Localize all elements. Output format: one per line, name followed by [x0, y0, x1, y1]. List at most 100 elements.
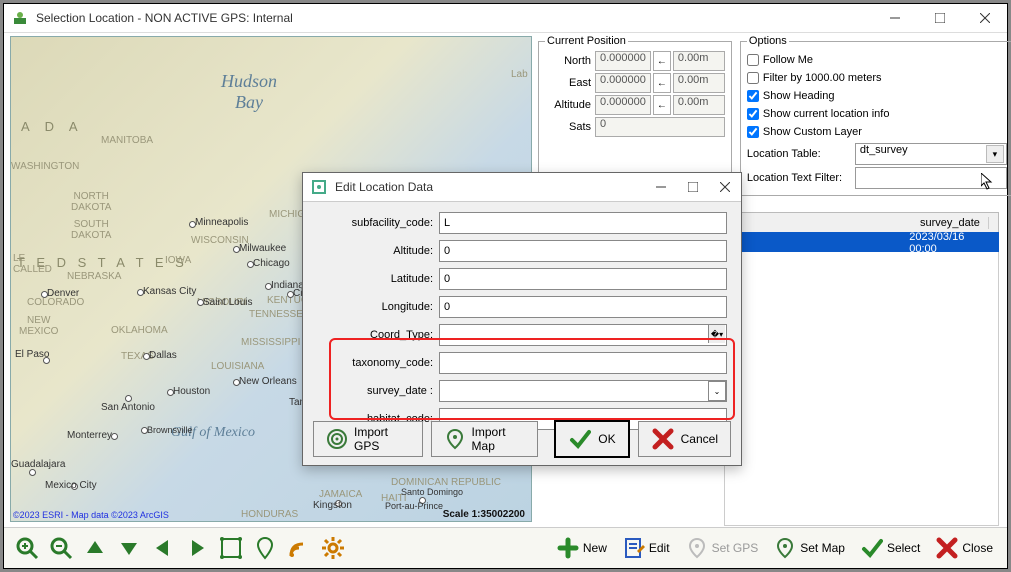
altitude-field-label: Altitude:	[313, 245, 439, 257]
import-gps-button[interactable]: Import GPS	[313, 421, 423, 457]
coord-type-label: Coord_Type:	[313, 329, 439, 341]
select-button[interactable]: Select	[855, 533, 926, 563]
edit-button[interactable]: Edit	[617, 533, 676, 563]
east-value: 0.000000	[595, 73, 651, 93]
map-city-portauprince: Port-au-Prince	[385, 501, 443, 511]
subfacility-code-input[interactable]	[439, 212, 727, 234]
altitude-field-input[interactable]	[439, 240, 727, 262]
results-grid-body[interactable]	[724, 252, 999, 526]
longitude-field-label: Longitude:	[313, 301, 439, 313]
map-label-oklahoma: OKLAHOMA	[111, 325, 168, 336]
map-label-sdakota: SOUTH DAKOTA	[71, 219, 111, 241]
survey-date-label: survey_date :	[313, 385, 439, 397]
show-location-info-checkbox[interactable]: Show current location info	[747, 105, 1007, 123]
pan-left-button[interactable]	[148, 533, 178, 563]
map-label-canada: A D A	[21, 119, 84, 134]
taxonomy-code-label: taxonomy_code:	[313, 357, 439, 369]
show-heading-box[interactable]	[747, 90, 759, 102]
close-button[interactable]: Close	[930, 533, 999, 563]
map-city-dot	[29, 469, 36, 476]
map-scale: Scale 1:35002200	[443, 509, 525, 520]
set-gps-button[interactable]: Set GPS	[680, 533, 765, 563]
window-minimize-button[interactable]	[872, 4, 917, 32]
map-city-mexicocity: Mexico City	[45, 480, 97, 491]
map-label-hudson-bay: Hudson Bay	[221, 71, 277, 113]
bottom-toolbar: New Edit Set GPS Set Map Select Close	[4, 527, 1007, 568]
settings-button[interactable]	[318, 533, 348, 563]
map-pin-icon	[774, 537, 796, 559]
north-unit: 0.00m	[673, 51, 725, 71]
map-city-guadalajara: Guadalajara	[11, 459, 65, 470]
window-maximize-button[interactable]	[917, 4, 962, 32]
check-icon	[568, 427, 592, 451]
grid-col-survey-date[interactable]: survey_date	[912, 217, 989, 229]
x-icon	[651, 427, 675, 451]
chevron-down-icon[interactable]: ⌄	[708, 381, 726, 401]
map-label-jamaica: JAMAICA	[319, 489, 362, 500]
filter-distance-checkbox[interactable]: Filter by 1000.00 meters	[747, 69, 1007, 87]
subfacility-code-label: subfacility_code:	[313, 217, 439, 229]
dialog-close-button[interactable]	[709, 173, 741, 201]
altitude-label: Altitude	[545, 99, 595, 111]
zoom-out-button[interactable]	[46, 533, 76, 563]
results-grid-row-selected[interactable]: 2023/03/16 00:00	[724, 232, 999, 254]
plus-icon	[557, 537, 579, 559]
altitude-value: 0.000000	[595, 95, 651, 115]
set-map-button[interactable]: Set Map	[768, 533, 851, 563]
altitude-transfer-button[interactable]: ←	[653, 95, 671, 115]
center-marker-button[interactable]	[250, 533, 280, 563]
map-city-brownsville: Brownsville	[147, 425, 193, 435]
map-city-santodomingo: Santo Domingo	[401, 487, 463, 497]
show-custom-layer-checkbox[interactable]: Show Custom Layer	[747, 123, 1007, 141]
edit-doc-icon	[623, 537, 645, 559]
north-transfer-button[interactable]: ←	[653, 51, 671, 71]
dialog-minimize-button[interactable]	[645, 173, 677, 201]
dialog-icon	[309, 177, 329, 197]
east-unit: 0.00m	[673, 73, 725, 93]
location-filter-input[interactable]	[855, 167, 1007, 189]
location-table-combo[interactable]: dt_survey ▾	[855, 143, 1007, 165]
dialog-maximize-button[interactable]	[677, 173, 709, 201]
map-label-washington: WASHINGTON	[11, 161, 79, 172]
longitude-field-input[interactable]	[439, 296, 727, 318]
chevron-down-icon[interactable]: �▾	[708, 325, 725, 343]
east-label: East	[545, 77, 595, 89]
cancel-button[interactable]: Cancel	[638, 421, 731, 457]
zoom-in-button[interactable]	[12, 533, 42, 563]
app-window: Selection Location - NON ACTIVE GPS: Int…	[3, 3, 1008, 569]
satellite-button[interactable]	[284, 533, 314, 563]
filter-distance-box[interactable]	[747, 72, 759, 84]
taxonomy-code-input[interactable]	[439, 352, 727, 374]
options-legend: Options	[747, 35, 789, 47]
follow-me-box[interactable]	[747, 54, 759, 66]
map-label-manitoba: MANITOBA	[101, 135, 153, 146]
window-close-button[interactable]	[962, 4, 1007, 32]
map-label-ndakota: NORTH DAKOTA	[71, 191, 111, 213]
show-location-info-box[interactable]	[747, 108, 759, 120]
follow-me-checkbox[interactable]: Follow Me	[747, 51, 1007, 69]
map-label-mississippi: MISSISSIPPI	[241, 337, 300, 348]
ok-button[interactable]: OK	[554, 420, 629, 458]
east-transfer-button[interactable]: ←	[653, 73, 671, 93]
pan-up-button[interactable]	[80, 533, 110, 563]
pan-down-button[interactable]	[114, 533, 144, 563]
target-icon	[326, 427, 348, 451]
map-city-elpaso: El Paso	[15, 349, 49, 360]
map-label-lab: Lab	[511, 69, 528, 80]
latitude-field-input[interactable]	[439, 268, 727, 290]
import-map-button[interactable]: Import Map	[431, 421, 539, 457]
survey-date-combo[interactable]: ⌄	[439, 380, 727, 402]
new-button[interactable]: New	[551, 533, 613, 563]
pan-right-button[interactable]	[182, 533, 212, 563]
show-custom-layer-box[interactable]	[747, 126, 759, 138]
north-value: 0.000000	[595, 51, 651, 71]
map-city-dot	[111, 433, 118, 440]
north-label: North	[545, 55, 595, 67]
map-city-monterrey: Monterrey	[67, 430, 112, 441]
chevron-down-icon[interactable]: ▾	[986, 145, 1004, 163]
show-heading-checkbox[interactable]: Show Heading	[747, 87, 1007, 105]
fit-extent-button[interactable]	[216, 533, 246, 563]
coord-type-combo[interactable]: �▾	[439, 324, 727, 346]
sats-label: Sats	[545, 121, 595, 133]
map-label-lecalled: LE CALLED	[13, 253, 52, 275]
